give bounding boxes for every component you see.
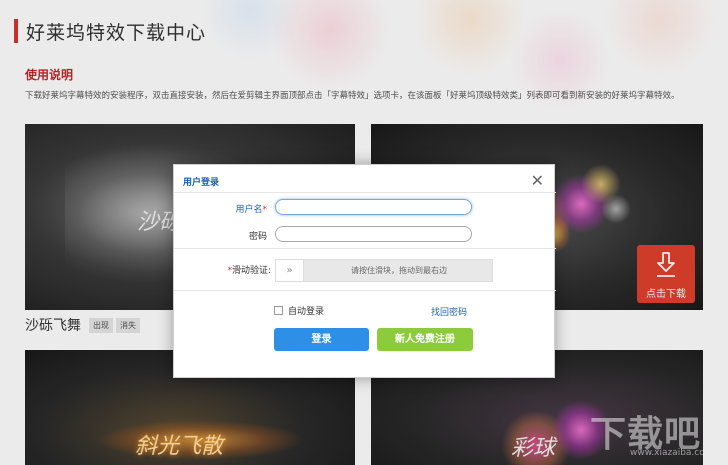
login-button[interactable]: 登录 bbox=[274, 328, 369, 351]
forgot-password-link[interactable]: 找回密码 bbox=[431, 305, 467, 318]
auto-login-option[interactable]: 自动登录 bbox=[274, 304, 324, 317]
slide-verify-track: » 请按住滑块，拖动到最右边 bbox=[275, 259, 493, 282]
username-input[interactable] bbox=[275, 199, 472, 215]
dialog-title: 用户登录 bbox=[183, 178, 220, 188]
slider-handle[interactable]: » bbox=[276, 260, 304, 281]
register-button[interactable]: 新人免费注册 bbox=[377, 328, 473, 351]
auto-login-checkbox[interactable] bbox=[274, 306, 283, 315]
close-icon[interactable]: ✕ bbox=[531, 171, 544, 190]
divider bbox=[174, 290, 556, 291]
slider-hint: 请按住滑块，拖动到最右边 bbox=[351, 266, 447, 275]
divider bbox=[174, 192, 556, 193]
auto-login-label: 自动登录 bbox=[288, 307, 325, 317]
password-input[interactable] bbox=[275, 226, 472, 242]
login-dialog: 用户登录 ✕ 用户名* 密码 *滑动验证: » 请按住滑块，拖动到最右边 自动登… bbox=[173, 164, 556, 378]
username-label: 用户名* bbox=[235, 205, 267, 215]
divider bbox=[174, 248, 556, 249]
password-label: 密码 bbox=[248, 232, 267, 242]
verify-label: *滑动验证: bbox=[227, 266, 271, 276]
